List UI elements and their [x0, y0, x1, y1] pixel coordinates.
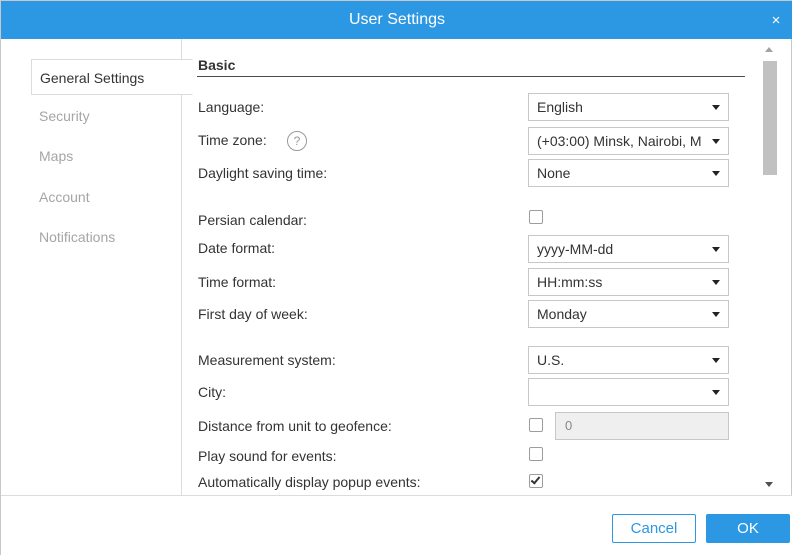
- distance-geofence-checkbox[interactable]: [529, 418, 543, 432]
- popup-events-label: Automatically display popup events:: [198, 474, 421, 490]
- help-icon[interactable]: ?: [287, 131, 307, 151]
- ok-button[interactable]: OK: [706, 514, 790, 543]
- close-icon[interactable]: ×: [767, 1, 785, 39]
- scroll-up-icon[interactable]: [765, 47, 773, 52]
- scroll-down-icon[interactable]: [765, 482, 773, 487]
- chevron-down-icon: [712, 312, 720, 317]
- popup-events-checkbox[interactable]: [529, 474, 543, 488]
- date-format-label: Date format:: [198, 240, 276, 256]
- chevron-down-icon: [712, 171, 720, 176]
- time-format-label: Time format:: [198, 274, 277, 290]
- dialog-title: User Settings: [348, 11, 446, 28]
- section-divider: [197, 76, 745, 77]
- distance-geofence-input[interactable]: 0: [555, 412, 729, 440]
- date-format-value: yyyy-MM-dd: [537, 241, 614, 257]
- settings-content: Basic Language: English Time zone: ? (+0…: [182, 39, 760, 495]
- time-format-select[interactable]: HH:mm:ss: [528, 268, 729, 296]
- time-format-value: HH:mm:ss: [537, 274, 603, 290]
- chevron-down-icon: [712, 247, 720, 252]
- chevron-down-icon: [712, 358, 720, 363]
- date-format-select[interactable]: yyyy-MM-dd: [528, 235, 729, 263]
- chevron-down-icon: [712, 139, 720, 144]
- play-sound-label: Play sound for events:: [198, 448, 337, 464]
- dialog-titlebar: User Settings ×: [1, 1, 792, 39]
- check-icon: [530, 474, 541, 485]
- time-zone-label: Time zone:: [198, 132, 267, 148]
- chevron-down-icon: [712, 390, 720, 395]
- measurement-select[interactable]: U.S.: [528, 346, 729, 374]
- user-settings-dialog: User Settings × General Settings Securit…: [0, 0, 792, 556]
- language-label: Language:: [198, 99, 265, 115]
- city-select[interactable]: [528, 378, 729, 406]
- time-zone-select[interactable]: (+03:00) Minsk, Nairobi, M: [528, 127, 729, 155]
- settings-sidebar: General Settings Security Maps Account N…: [11, 39, 193, 495]
- sidebar-item-general-settings[interactable]: General Settings: [31, 59, 193, 95]
- sidebar-item-account[interactable]: Account: [11, 179, 182, 215]
- sidebar-item-maps[interactable]: Maps: [11, 138, 182, 174]
- chevron-down-icon: [712, 280, 720, 285]
- persian-calendar-checkbox[interactable]: [529, 210, 543, 224]
- persian-calendar-label: Persian calendar:: [198, 212, 307, 228]
- sidebar-item-notifications[interactable]: Notifications: [11, 219, 182, 255]
- scroll-thumb[interactable]: [763, 61, 777, 175]
- cancel-button[interactable]: Cancel: [612, 514, 696, 543]
- language-value: English: [537, 99, 583, 115]
- sidebar-item-security[interactable]: Security: [11, 98, 182, 134]
- city-label: City:: [198, 384, 226, 400]
- daylight-saving-select[interactable]: None: [528, 159, 729, 187]
- measurement-value: U.S.: [537, 352, 565, 368]
- play-sound-checkbox[interactable]: [529, 447, 543, 461]
- time-zone-value: (+03:00) Minsk, Nairobi, M: [537, 133, 702, 149]
- chevron-down-icon: [712, 105, 720, 110]
- section-title: Basic: [198, 57, 236, 73]
- language-select[interactable]: English: [528, 93, 729, 121]
- distance-geofence-label: Distance from unit to geofence:: [198, 418, 392, 434]
- daylight-saving-label: Daylight saving time:: [198, 165, 328, 181]
- first-day-label: First day of week:: [198, 306, 308, 322]
- dialog-footer: Cancel OK: [1, 495, 792, 556]
- first-day-select[interactable]: Monday: [528, 300, 729, 328]
- content-scrollbar[interactable]: [760, 39, 780, 495]
- measurement-label: Measurement system:: [198, 352, 336, 368]
- first-day-value: Monday: [537, 306, 587, 322]
- daylight-saving-value: None: [537, 165, 571, 181]
